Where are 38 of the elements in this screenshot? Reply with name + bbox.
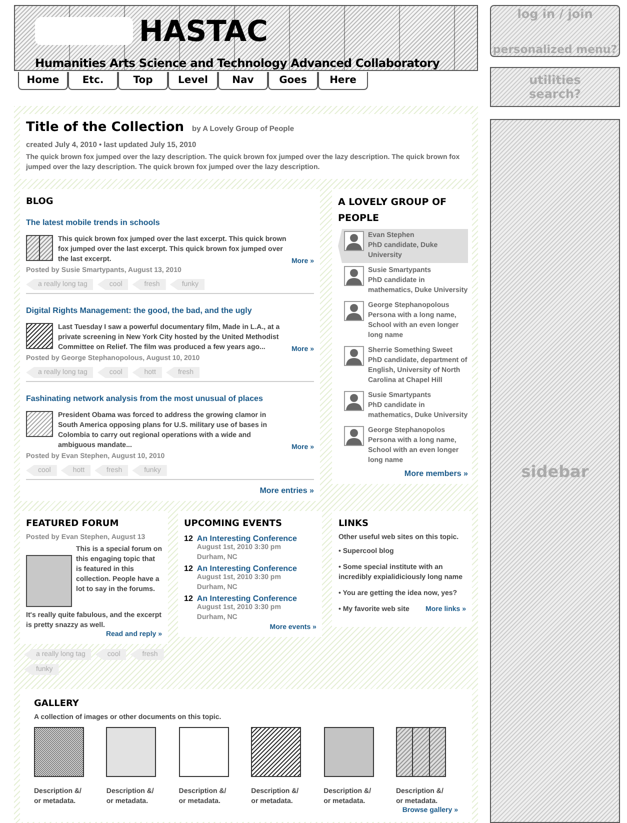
event-day: 12 <box>184 564 193 593</box>
sidebar-label: sidebar <box>521 462 589 480</box>
site-tagline: Humanities Arts Science and Technology Advanced Collaboratory <box>35 56 440 70</box>
entry-title-link[interactable]: Fashinating network analysis from the most unusual of places <box>26 394 263 403</box>
more-entries-link[interactable]: More entries » <box>260 486 314 495</box>
avatar-icon <box>344 266 364 286</box>
collection-title: Title of the Collection <box>26 120 184 135</box>
nav-tab[interactable]: Nav <box>218 72 268 90</box>
personalized-menu-label: personalized menu? <box>492 43 618 56</box>
event-day: 12 <box>184 534 193 563</box>
nav-tab[interactable]: Level <box>168 72 218 90</box>
forum-image-placeholder <box>26 555 72 607</box>
entry-title-link[interactable]: The latest mobile trends in schools <box>26 218 160 227</box>
nav-tab[interactable]: Home <box>18 72 68 90</box>
section-heading: GALLERY <box>34 699 80 709</box>
event-title-link[interactable]: An Interesting Conference <box>196 594 297 603</box>
event-day: 12 <box>184 594 193 623</box>
nav-tab[interactable]: Etc. <box>68 72 118 90</box>
section-heading: FEATURED FORUM <box>26 519 120 529</box>
nav-tab[interactable]: Here <box>318 72 368 90</box>
site-logo[interactable]: HASTAC <box>139 14 268 48</box>
section-heading: A LOVELY GROUP OF PEOPLE <box>338 196 448 226</box>
utilities-label: utilities <box>529 73 581 87</box>
avatar-icon <box>344 231 364 251</box>
more-members-link[interactable]: More members » <box>404 469 468 478</box>
avatar-icon <box>344 391 364 411</box>
section-heading: BLOG <box>26 197 54 207</box>
avatar-icon <box>344 346 364 366</box>
avatar-icon <box>344 426 364 446</box>
event-title-link[interactable]: An Interesting Conference <box>196 564 297 573</box>
avatar-icon <box>344 301 364 321</box>
event-title-link[interactable]: An Interesting Conference <box>196 534 297 543</box>
section-heading: UPCOMING EVENTS <box>184 519 283 529</box>
nav-tab[interactable]: Goes <box>268 72 318 90</box>
nav-tab[interactable]: Top <box>118 72 168 90</box>
section-heading: LINKS <box>338 519 370 529</box>
search-label: search? <box>529 87 581 101</box>
entry-title-link[interactable]: Digital Rights Management: the good, the bad, and the ugly <box>26 306 252 315</box>
